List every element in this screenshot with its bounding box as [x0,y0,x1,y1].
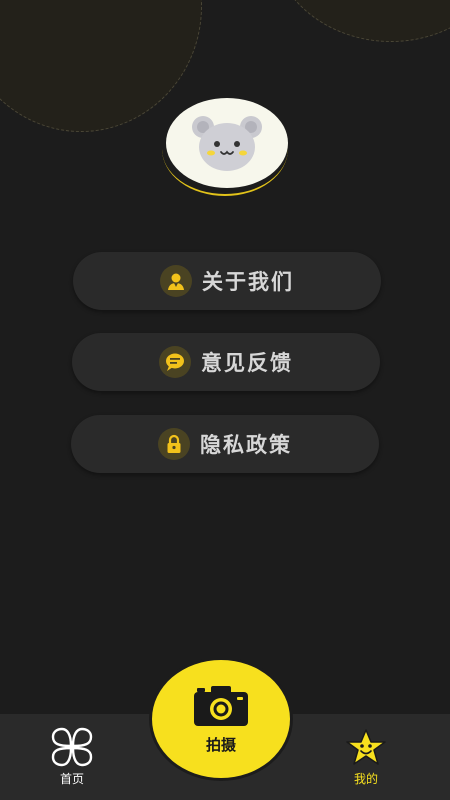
star-face-icon [346,729,386,765]
bear-avatar-icon [192,116,262,171]
capture-button[interactable]: 拍摄 [152,660,290,778]
capture-label: 拍摄 [205,735,236,754]
person-icon [160,265,192,297]
avatar[interactable] [166,98,288,188]
privacy-policy-label: 隐私政策 [200,433,292,457]
tab-home-label: 首页 [59,772,84,786]
camera-icon [194,685,248,726]
lock-icon [158,428,190,460]
tab-mine-label: 我的 [353,772,378,786]
feedback-label: 意见反馈 [201,351,293,375]
tab-mine[interactable]: 我的 [343,728,389,787]
profile-screen: 关于我们 意见反馈 隐私政策 首页 我的 拍摄 [0,0,450,800]
tab-home[interactable]: 首页 [47,726,97,787]
privacy-policy-button[interactable]: 隐私政策 [71,415,379,473]
about-us-label: 关于我们 [202,270,294,294]
message-icon [159,346,191,378]
avatar-container[interactable] [162,98,292,196]
clover-icon [51,727,93,767]
decorative-circle-right [270,0,450,42]
feedback-button[interactable]: 意见反馈 [72,333,380,391]
about-us-button[interactable]: 关于我们 [73,252,381,310]
